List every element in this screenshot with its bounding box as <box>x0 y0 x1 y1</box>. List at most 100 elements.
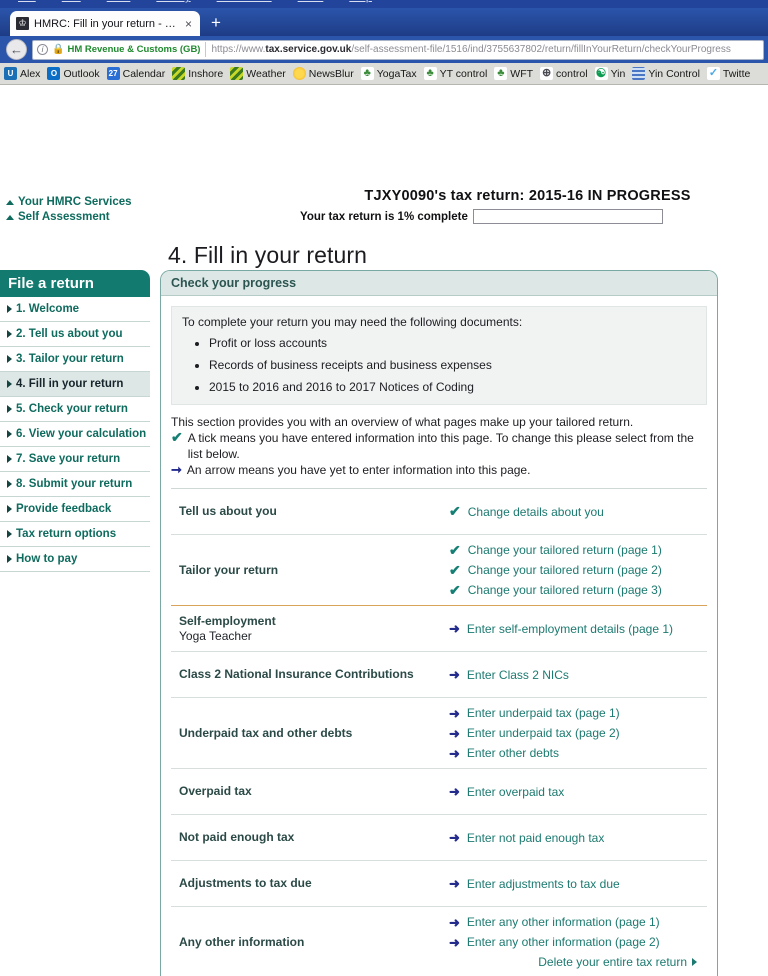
bookmarks-bar[interactable]: U Alex O Outlook 27 Calendar Inshore Weather New… <box>0 63 768 85</box>
hmrc-link-your-hmrc-services[interactable]: Your HMRC Services <box>6 195 132 210</box>
bookmark-yin[interactable]: ☯ Yin <box>593 67 631 80</box>
newsblur-icon <box>292 67 306 80</box>
menu-edit[interactable]: Edit <box>62 0 81 3</box>
sidebar-item-label: How to pay <box>16 553 78 565</box>
section-label: Tell us about you <box>171 504 449 519</box>
bookmark-weather[interactable]: Weather <box>228 67 291 80</box>
section-label: Overpaid tax <box>171 784 449 799</box>
delete-tax-return-link[interactable]: Delete your entire tax return <box>449 952 707 972</box>
section-links: ➜ Enter overpaid tax <box>449 782 707 802</box>
link-label: Enter overpaid tax <box>466 784 565 799</box>
menu-history[interactable]: History <box>156 0 190 3</box>
bookmark-yin-control[interactable]: Yin Control <box>630 67 705 80</box>
tree-icon: ♣ <box>494 67 508 80</box>
bookmark-calendar[interactable]: 27 Calendar <box>105 67 171 80</box>
sidebar-item-how-to-pay[interactable]: How to pay <box>0 547 150 572</box>
section-link[interactable]: ➜ Enter other debts <box>449 743 707 763</box>
bookmark-newsblur[interactable]: NewsBlur <box>291 67 359 80</box>
bookmark-label: YogaTax <box>376 67 417 80</box>
bookmark-control[interactable]: ⊕ control <box>538 67 593 80</box>
progress-label: Your tax return is 1% complete <box>300 210 468 223</box>
url-text: https://www.tax.service.gov.uk/self-asse… <box>211 44 730 55</box>
bookmark-label: YT control <box>439 67 488 80</box>
section-link[interactable]: ➜ Enter adjustments to tax due <box>449 874 707 894</box>
tick-icon: ✔ <box>449 581 461 598</box>
link-label: Change your tailored return (page 1) <box>467 543 662 557</box>
info-icon[interactable]: i <box>37 44 48 55</box>
section-link[interactable]: ➜ Enter underpaid tax (page 1) <box>449 703 707 723</box>
arrow-right-icon: ➜ <box>449 705 460 721</box>
calendar-icon: 27 <box>106 67 120 80</box>
document-item: 2015 to 2016 and 2016 to 2017 Notices of… <box>209 380 696 395</box>
overview-text-block: This section provides you with an overvi… <box>171 414 707 478</box>
section-link[interactable]: ➜ Enter underpaid tax (page 2) <box>449 723 707 743</box>
arrow-right-icon: ➜ <box>449 876 460 891</box>
yin-yang-icon: ☯ <box>594 67 608 80</box>
back-arrow-icon[interactable]: ← <box>6 39 27 60</box>
link-label: Enter adjustments to tax due <box>466 876 620 891</box>
section-label-text: Not paid enough tax <box>179 830 295 844</box>
hmrc-service-links[interactable]: Your HMRC Services Self Assessment <box>6 195 132 225</box>
triangle-right-icon <box>7 355 12 363</box>
sidebar-item-8-submit-your-return[interactable]: 8. Submit your return <box>0 472 150 497</box>
tick-icon: ✔ <box>449 561 461 578</box>
section-link[interactable]: ✔ Change your tailored return (page 1) <box>449 540 707 560</box>
page-title: 4. Fill in your return <box>168 242 368 268</box>
sidebar-item-4-fill-in-your-return[interactable]: 4. Fill in your return <box>0 372 150 397</box>
sidebar-item-7-save-your-return[interactable]: 7. Save your return <box>0 447 150 472</box>
tick-legend-line: ✔ A tick means you have entered informat… <box>171 430 707 462</box>
section-link[interactable]: ➜ Enter any other information (page 1) <box>449 912 707 932</box>
section-row: Overpaid tax ➜ Enter overpaid tax <box>171 768 707 814</box>
menu-file[interactable]: File <box>18 0 36 3</box>
section-label: Class 2 National Insurance Contributions <box>171 667 449 682</box>
section-link[interactable]: ➜ Enter overpaid tax <box>449 782 707 802</box>
arrow-right-icon: ➜ <box>449 725 460 741</box>
triangle-right-icon <box>7 330 12 338</box>
sidebar-item-tax-return-options[interactable]: Tax return options <box>0 522 150 547</box>
bookmark-outlook[interactable]: O Outlook <box>45 67 104 80</box>
sidebar-item-5-check-your-return[interactable]: 5. Check your return <box>0 397 150 422</box>
sidebar-item-provide-feedback[interactable]: Provide feedback <box>0 497 150 522</box>
menu-help[interactable]: Help <box>349 0 372 3</box>
menu-tools[interactable]: Tools <box>298 0 324 3</box>
menu-view[interactable]: View <box>107 0 131 3</box>
menu-bookmarks[interactable]: Bookmarks <box>217 0 272 3</box>
page-content: Your HMRC Services Self Assessment TJXY00… <box>0 85 768 976</box>
section-link[interactable]: ✔ Change details about you <box>449 502 707 522</box>
section-label: Adjustments to tax due <box>171 876 449 891</box>
section-link[interactable]: ➜ Enter not paid enough tax <box>449 828 707 848</box>
triangle-right-icon <box>7 530 12 538</box>
bookmark-inshore[interactable]: Inshore <box>170 67 228 80</box>
bookmark-label: Yin <box>610 67 626 80</box>
bookmark-wft[interactable]: ♣ WFT <box>492 67 538 80</box>
section-link[interactable]: ➜ Enter Class 2 NICs <box>449 665 707 685</box>
hmrc-link-label: Your HMRC Services <box>18 196 132 208</box>
url-path: /self-assessment-file/1516/ind/375563780… <box>351 44 731 55</box>
section-link[interactable]: ✔ Change your tailored return (page 3) <box>449 580 707 600</box>
section-label: Any other information <box>171 935 449 950</box>
new-tab-button[interactable]: + <box>211 14 221 31</box>
bookmark-label: Twitte <box>722 67 751 80</box>
bookmark-yt-control[interactable]: ♣ YT control <box>422 67 493 80</box>
close-icon[interactable]: × <box>183 17 194 31</box>
menu-bar-items[interactable]: File Edit View History Bookmarks Tools Help <box>18 0 372 3</box>
section-link[interactable]: ➜ Enter any other information (page 2) <box>449 932 707 952</box>
bookmark-alex[interactable]: U Alex <box>2 67 45 80</box>
bookmark-yogatax[interactable]: ♣ YogaTax <box>359 67 422 80</box>
section-label-text: Tell us about you <box>179 504 277 518</box>
sidebar-item-1-welcome[interactable]: 1. Welcome <box>0 297 150 322</box>
hmrc-link-self-assessment[interactable]: Self Assessment <box>6 210 132 225</box>
sidebar-item-6-view-your-calculation[interactable]: 6. View your calculation <box>0 422 150 447</box>
section-link[interactable]: ➜ Enter self-employment details (page 1) <box>449 619 707 639</box>
triangle-right-icon <box>7 305 12 313</box>
sidebar-item-3-tailor-your-return[interactable]: 3. Tailor your return <box>0 347 150 372</box>
bookmark-label: Yin Control <box>648 67 700 80</box>
address-bar[interactable]: i 🔒 HM Revenue & Customs (GB) https://ww… <box>32 39 764 60</box>
link-label: Change your tailored return (page 2) <box>467 563 662 577</box>
sidebar-item-2-tell-us-about-you[interactable]: 2. Tell us about you <box>0 322 150 347</box>
bookmark-twitte[interactable]: ✓ Twitte <box>705 67 755 80</box>
menu-bar[interactable]: File Edit View History Bookmarks Tools Help <box>0 0 768 8</box>
browser-tab[interactable]: ♔ HMRC: Fill in your return - Ch... × <box>10 11 200 36</box>
section-link[interactable]: ✔ Change your tailored return (page 2) <box>449 560 707 580</box>
section-label-text: Underpaid tax and other debts <box>179 725 353 740</box>
